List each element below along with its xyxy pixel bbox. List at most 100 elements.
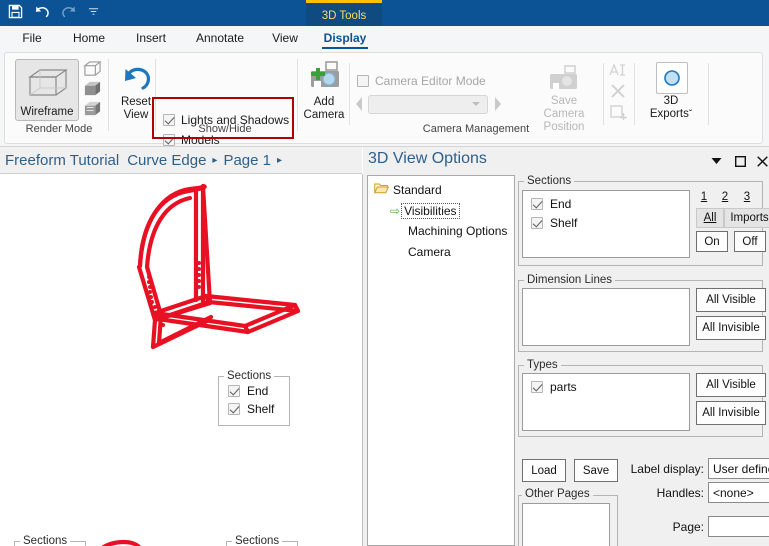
handles-label: Handles: [656, 486, 704, 500]
page-input[interactable]: 1 [708, 516, 769, 537]
ribbon-tab-strip: File Home Insert Annotate View Display [0, 26, 769, 50]
handles-select[interactable]: <none> [708, 482, 769, 503]
other-pages-caption: Other Pages [522, 488, 593, 500]
checkbox-box[interactable] [531, 381, 543, 393]
tab-annotate[interactable]: Annotate [184, 26, 256, 50]
tab-display[interactable]: Display [316, 26, 374, 50]
collapse-icon[interactable] [709, 154, 723, 168]
tab-insert[interactable]: Insert [124, 26, 178, 50]
breadcrumb-item-1[interactable]: Curve Edge [127, 152, 206, 169]
types-all-visible-label: All Visible [706, 379, 756, 391]
sections-scope-all[interactable]: All [696, 208, 724, 228]
sections-scope-imports[interactable]: Imports [724, 208, 769, 228]
sections-off-button[interactable]: Off [734, 231, 766, 252]
context-tab-3d-tools[interactable]: 3D Tools [306, 0, 382, 29]
group-divider [349, 63, 350, 125]
sections-caption: Sections [524, 175, 575, 187]
overlay-1-row-end[interactable]: End [228, 384, 268, 398]
types-all-visible-button[interactable]: All Visible [696, 373, 766, 397]
add-camera-button[interactable]: Add Camera [301, 59, 347, 121]
tab-annotate-label: Annotate [195, 31, 245, 45]
panel-header: 3D View Options [363, 147, 769, 175]
save-camera-label-1: Save Camera [543, 95, 585, 120]
ribbon-panel: Wireframe Render Mode Reset View Lights … [4, 52, 763, 167]
tree-node-standard[interactable]: Standard [373, 182, 442, 197]
save-icon[interactable] [8, 4, 23, 22]
tab-home-label: Home [72, 31, 105, 45]
checkbox-box[interactable] [531, 198, 543, 210]
options-tree[interactable]: Standard ⇨ Visibilities Machining Option… [367, 175, 515, 546]
tab-view[interactable]: View [262, 26, 308, 50]
name-input[interactable]: Page 1 [708, 541, 769, 546]
overlay-1-row-shelf[interactable]: Shelf [228, 402, 274, 416]
checkbox-box [357, 75, 369, 87]
sections-item-shelf-label: Shelf [550, 216, 578, 230]
dimension-all-invisible-button[interactable]: All Invisible [696, 316, 766, 340]
shaded-cube-gallery-icon[interactable] [83, 80, 102, 98]
handles-value: <none> [713, 485, 754, 500]
types-list[interactable]: parts [522, 373, 690, 431]
reset-view-label: Reset View [121, 96, 151, 121]
maximize-icon[interactable] [733, 154, 747, 168]
sections-tab-1[interactable]: 1 [696, 191, 712, 203]
dimension-all-visible-label: All Visible [706, 294, 756, 306]
close-icon[interactable] [755, 154, 769, 168]
group-divider [708, 63, 709, 125]
3d-exports-dropdown-icon[interactable]: ˇ [689, 109, 692, 120]
breadcrumb-separator-2[interactable]: ▸ [271, 155, 288, 166]
add-camera-label-1: Add [313, 96, 335, 108]
label-display-select[interactable]: User defined [708, 458, 769, 479]
sections-item-shelf[interactable]: Shelf [531, 216, 577, 230]
sections-item-end[interactable]: End [531, 197, 571, 211]
3d-exports-label-1: 3D [663, 95, 679, 107]
dimension-all-invisible-label: All Invisible [702, 322, 760, 334]
sections-tab-3[interactable]: 3 [739, 191, 755, 203]
breadcrumb-separator-1[interactable]: ▸ [206, 155, 223, 166]
3d-exports-button[interactable]: 3D Exportsˇ [645, 59, 697, 121]
tree-node-machining-options[interactable]: Machining Options [408, 224, 507, 238]
wireframe-cube-icon [28, 67, 68, 102]
wireframe-button[interactable]: Wireframe [15, 59, 79, 121]
wireframe-gallery-icon[interactable] [83, 60, 102, 78]
tab-file[interactable]: File [10, 26, 54, 50]
crop-icon [610, 105, 627, 125]
render-mode-group-label: Render Mode [25, 123, 93, 135]
sections-list[interactable]: End Shelf [522, 190, 690, 258]
types-item-parts-label: parts [550, 380, 577, 394]
other-pages-list[interactable] [522, 503, 610, 546]
load-label: Load [531, 464, 557, 477]
delete-icon [610, 83, 626, 102]
checkbox-box[interactable] [228, 385, 240, 397]
types-all-invisible-button[interactable]: All Invisible [696, 401, 766, 425]
redo-icon [61, 4, 77, 22]
load-button[interactable]: Load [522, 459, 566, 482]
types-item-parts[interactable]: parts [531, 380, 577, 394]
save-preset-button[interactable]: Save [574, 459, 618, 482]
chevron-down-icon [472, 102, 480, 106]
dimension-lines-list[interactable] [522, 288, 690, 346]
add-camera-icon [305, 61, 345, 96]
application-window: 3D Tools File Home Insert Annotate View … [0, 0, 769, 546]
breadcrumb-item-2[interactable]: Page 1 [223, 152, 271, 169]
wireframe-drawing [101, 183, 301, 546]
tree-node-camera[interactable]: Camera [408, 245, 451, 259]
customize-qat-icon[interactable] [88, 6, 99, 20]
tab-home[interactable]: Home [62, 26, 116, 50]
overlay-caption: Sections [20, 535, 71, 546]
tree-node-visibilities[interactable]: ⇨ Visibilities [390, 203, 460, 219]
breadcrumb-item-0[interactable]: Freeform Tutorial [5, 152, 119, 169]
checkbox-box[interactable] [228, 403, 240, 415]
camera-management-group-label: Camera Management [422, 123, 530, 135]
page-label: Page: [672, 520, 704, 534]
realistic-cube-gallery-icon[interactable] [83, 100, 102, 118]
sections-item-end-label: End [550, 197, 572, 211]
undo-icon[interactable] [34, 4, 50, 22]
panel-title: 3D View Options [368, 150, 487, 167]
reset-view-label-1: Reset [120, 96, 152, 108]
overlay-1-shelf-label: Shelf [247, 402, 275, 416]
dimension-all-visible-button[interactable]: All Visible [696, 288, 766, 312]
sections-on-button[interactable]: On [696, 231, 728, 252]
checkbox-box[interactable] [531, 217, 543, 229]
sections-tab-2[interactable]: 2 [717, 191, 733, 203]
3d-viewport[interactable]: Sections End Shelf Sections End Shelf [0, 174, 363, 546]
